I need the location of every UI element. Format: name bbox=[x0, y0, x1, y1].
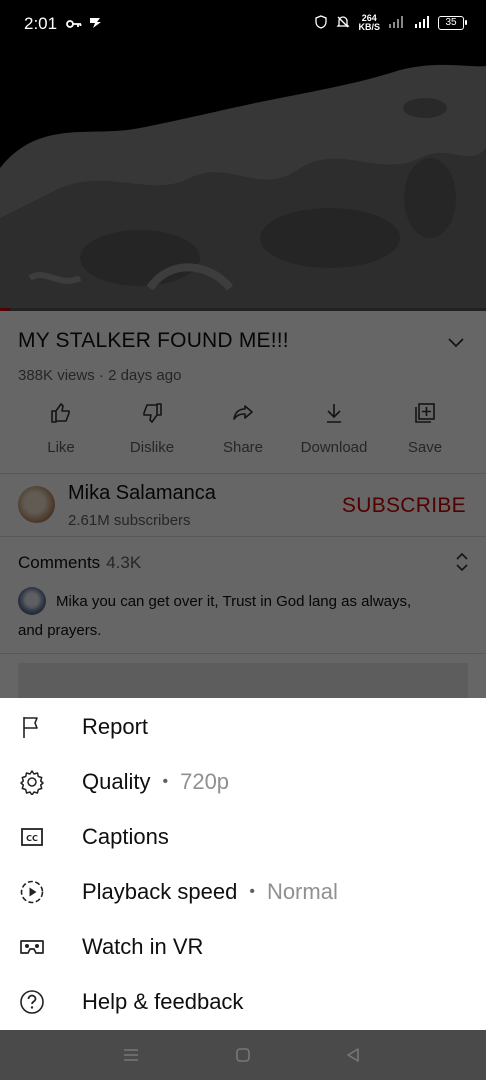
menu-item-report[interactable]: Report bbox=[0, 700, 486, 755]
save-to-playlist-icon bbox=[413, 401, 437, 429]
playback-speed-icon bbox=[19, 879, 45, 905]
comments-count: 4.3K bbox=[106, 553, 142, 572]
channel-avatar[interactable] bbox=[18, 486, 55, 523]
flag-icon bbox=[19, 714, 45, 740]
channel-name[interactable]: Mika Salamanca bbox=[68, 482, 216, 505]
network-speed: 264 KB/S bbox=[358, 13, 380, 32]
view-count: 388K views bbox=[18, 367, 95, 384]
help-icon bbox=[19, 989, 45, 1015]
menu-nav-icon[interactable] bbox=[119, 1044, 143, 1066]
status-time: 2:01 bbox=[24, 14, 58, 33]
menu-item-watch-vr[interactable]: Watch in VR bbox=[0, 920, 486, 975]
save-button[interactable]: Save bbox=[380, 401, 470, 457]
chevron-down-icon[interactable] bbox=[448, 335, 464, 353]
upload-age: 2 days ago bbox=[108, 367, 182, 384]
subscribe-button[interactable]: SUBSCRIBE bbox=[342, 494, 466, 518]
action-bar: Like Dislike Share Download Save bbox=[16, 401, 470, 457]
captions-icon: CC bbox=[19, 824, 45, 850]
download-icon bbox=[322, 401, 346, 429]
battery-icon: 35 bbox=[438, 16, 467, 30]
comments-header: Comments 4.3K bbox=[18, 553, 142, 572]
signal-1-icon bbox=[388, 15, 404, 31]
expand-icon[interactable] bbox=[456, 552, 468, 576]
thumbs-up-icon bbox=[49, 401, 73, 429]
back-nav-icon[interactable] bbox=[341, 1044, 365, 1066]
signal-2-icon bbox=[412, 15, 430, 31]
vpn-icon bbox=[314, 14, 328, 32]
video-details: MY STALKER FOUND ME!!! 388K views · 2 da… bbox=[0, 311, 486, 703]
notification-icon bbox=[88, 15, 102, 34]
video-player[interactable] bbox=[0, 48, 486, 310]
mute-bell-icon bbox=[336, 15, 351, 32]
status-bar: 2:01 264 KB/S 35 bbox=[0, 0, 486, 48]
menu-item-captions[interactable]: CC Captions bbox=[0, 810, 486, 865]
download-button[interactable]: Download bbox=[289, 401, 379, 457]
playback-speed-value: Normal bbox=[266, 879, 338, 904]
thumbs-down-icon bbox=[140, 401, 164, 429]
top-comment: Mika you can get over it, Trust in God l… bbox=[18, 593, 412, 639]
video-meta: 388K views · 2 days ago bbox=[18, 367, 182, 384]
subscriber-count: 2.61M subscribers bbox=[68, 512, 191, 529]
system-nav-bar bbox=[0, 1030, 486, 1080]
quality-value: 720p bbox=[180, 769, 230, 794]
divider bbox=[0, 653, 486, 654]
channel-row[interactable]: Mika Salamanca 2.61M subscribers SUBSCRI… bbox=[0, 474, 486, 534]
like-button[interactable]: Like bbox=[16, 401, 106, 457]
menu-item-quality[interactable]: Quality • 720p bbox=[0, 755, 486, 810]
gear-icon bbox=[19, 769, 45, 795]
comments-section[interactable]: Comments 4.3K Mika you can get over it, T… bbox=[0, 537, 486, 653]
menu-item-help-feedback[interactable]: Help & feedback bbox=[0, 975, 486, 1030]
video-title: MY STALKER FOUND ME!!! bbox=[18, 329, 289, 352]
vr-headset-icon bbox=[19, 934, 45, 960]
menu-item-playback-speed[interactable]: Playback speed • Normal bbox=[0, 865, 486, 920]
next-video-card bbox=[18, 663, 468, 703]
vpn-key-icon bbox=[66, 16, 82, 34]
share-icon bbox=[231, 401, 255, 429]
home-nav-icon[interactable] bbox=[231, 1044, 255, 1066]
svg-text:CC: CC bbox=[26, 834, 38, 843]
share-button[interactable]: Share bbox=[198, 401, 288, 457]
dislike-button[interactable]: Dislike bbox=[107, 401, 197, 457]
options-sheet: Report Quality • 720p CC Captions Playback… bbox=[0, 698, 486, 1030]
video-frame bbox=[0, 48, 486, 310]
commenter-avatar bbox=[18, 587, 46, 615]
